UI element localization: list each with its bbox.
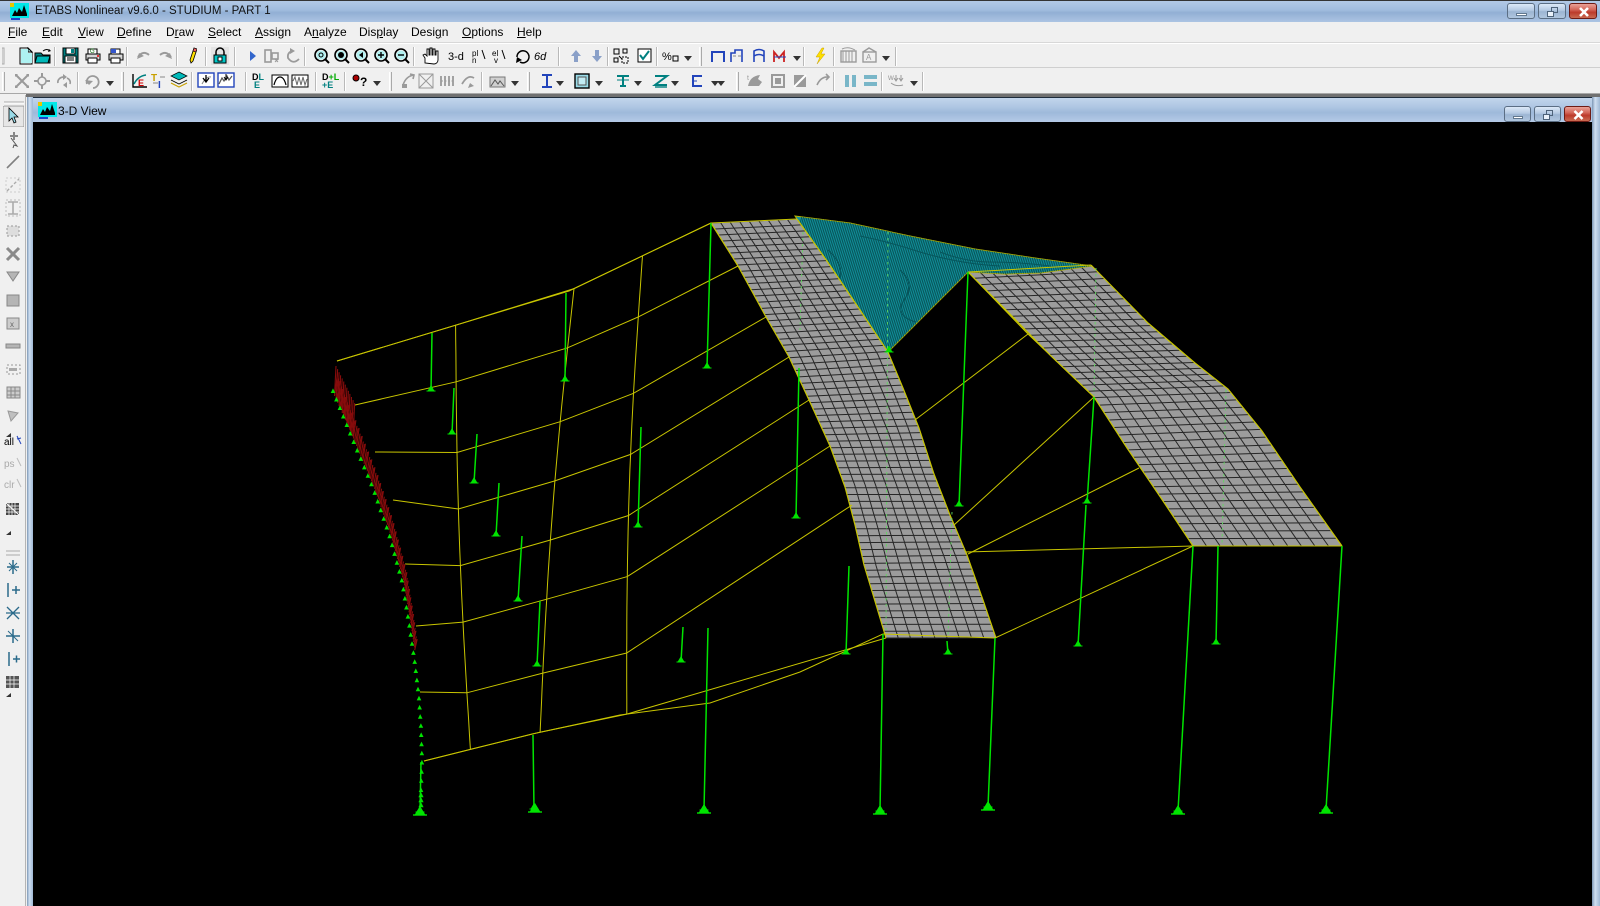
svg-text:?: ?	[360, 75, 367, 89]
svg-text:A: A	[866, 53, 872, 62]
svg-text:3-d: 3-d	[448, 51, 464, 63]
svg-text:G: G	[90, 49, 95, 55]
svg-text:I: I	[158, 80, 161, 90]
svg-text:t: t	[747, 75, 749, 82]
svg-text:E: E	[138, 78, 144, 88]
svg-text:all: all	[4, 437, 14, 448]
svg-text:n: n	[472, 56, 476, 65]
svg-text:+E: +E	[322, 80, 333, 89]
svg-text:%: %	[662, 51, 672, 63]
svg-text:v: v	[494, 56, 498, 65]
svg-text:6d: 6d	[534, 51, 547, 63]
svg-text:clr: clr	[4, 480, 15, 491]
svg-text:x: x	[10, 320, 14, 329]
svg-text:T: T	[151, 73, 157, 84]
svg-text:E: E	[254, 80, 260, 89]
svg-text:ps: ps	[4, 459, 15, 470]
svg-text:w: w	[888, 73, 894, 82]
